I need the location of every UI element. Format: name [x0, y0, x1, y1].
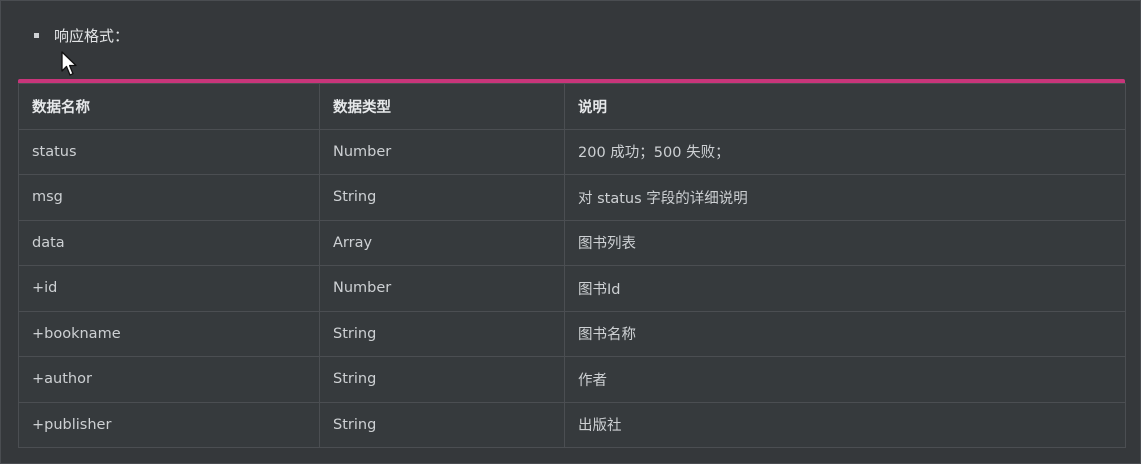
section-heading: 响应格式： — [54, 27, 130, 45]
cell-description: 图书名称 — [564, 310, 1126, 357]
header-field-name: 数据名称 — [18, 83, 320, 130]
cell-data-type: Number — [319, 265, 565, 312]
cell-field-name: +bookname — [18, 310, 320, 357]
cell-field-name: msg — [18, 174, 320, 221]
cell-description: 200 成功；500 失败； — [564, 128, 1126, 175]
table-row: data Array 图书列表 — [18, 219, 1126, 266]
cell-data-type: String — [319, 310, 565, 357]
header-data-type: 数据类型 — [319, 83, 565, 130]
cell-data-type: String — [319, 401, 565, 448]
cell-field-name: +id — [18, 265, 320, 312]
cell-data-type: String — [319, 356, 565, 403]
square-bullet-icon — [34, 33, 39, 38]
section-heading-row: 响应格式： — [34, 25, 129, 46]
cell-description: 出版社 — [564, 401, 1126, 448]
header-description: 说明 — [564, 83, 1126, 130]
cell-field-name: +publisher — [18, 401, 320, 448]
table-row: msg String 对 status 字段的详细说明 — [18, 174, 1126, 221]
cell-data-type: Array — [319, 219, 565, 266]
cell-description: 图书列表 — [564, 219, 1126, 266]
table-row: +id Number 图书Id — [18, 265, 1126, 312]
mouse-pointer-icon — [61, 51, 77, 76]
cell-description: 图书Id — [564, 265, 1126, 312]
response-format-table: 数据名称 数据类型 说明 status Number 200 成功；500 失败… — [18, 83, 1126, 448]
cell-field-name: status — [18, 128, 320, 175]
cell-description: 对 status 字段的详细说明 — [564, 174, 1126, 221]
table-row: +publisher String 出版社 — [18, 401, 1126, 448]
table-row: status Number 200 成功；500 失败； — [18, 128, 1126, 175]
cell-data-type: Number — [319, 128, 565, 175]
table-header-row: 数据名称 数据类型 说明 — [18, 83, 1126, 130]
document-panel: 响应格式： 数据名称 数据类型 说明 status Number 200 成功； — [0, 0, 1141, 464]
response-format-table-container: 数据名称 数据类型 说明 status Number 200 成功；500 失败… — [18, 79, 1126, 448]
cell-description: 作者 — [564, 356, 1126, 403]
cell-field-name: data — [18, 219, 320, 266]
table-row: +author String 作者 — [18, 356, 1126, 403]
cell-field-name: +author — [18, 356, 320, 403]
table-row: +bookname String 图书名称 — [18, 310, 1126, 357]
cell-data-type: String — [319, 174, 565, 221]
